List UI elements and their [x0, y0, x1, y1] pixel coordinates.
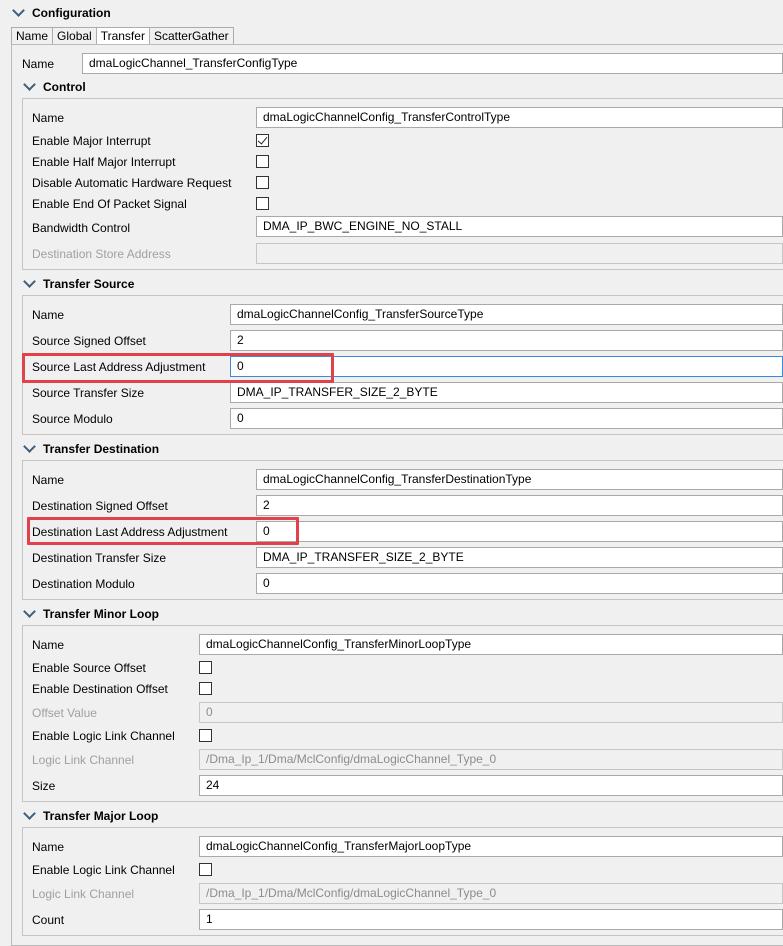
dest-store-label: Destination Store Address [32, 247, 171, 261]
control-title: Control [43, 80, 86, 94]
tab-scattergather[interactable]: ScatterGather [148, 27, 234, 45]
source-section-header[interactable]: Transfer Source [22, 274, 135, 292]
source-title: Transfer Source [43, 277, 135, 291]
chevron-down-icon[interactable] [23, 604, 36, 618]
count-label: Count [32, 913, 65, 927]
control-name-field[interactable]: dmaLogicChannelConfig_TransferControlTyp… [256, 107, 783, 128]
minor-link-channel-label: Logic Link Channel [32, 753, 135, 767]
major-link-channel-label: Logic Link Channel [32, 887, 135, 901]
minor-name-label: Name [32, 638, 65, 652]
minor-name-field[interactable]: dmaLogicChannelConfig_TransferMinorLoopT… [199, 634, 783, 655]
source-modulo-label: Source Modulo [32, 412, 113, 426]
disable-hw-request-label: Disable Automatic Hardware Request [32, 176, 232, 190]
dest-store-field [256, 243, 783, 264]
major-link-channel-field: /Dma_Ip_1/Dma/MclConfig/dmaLogicChannel_… [199, 883, 783, 904]
minor-link-enable-label: Enable Logic Link Channel [32, 729, 175, 743]
source-signed-offset-label: Source Signed Offset [32, 334, 146, 348]
src-offset-enable-checkbox[interactable] [199, 661, 212, 674]
destination-section-header[interactable]: Transfer Destination [22, 439, 160, 457]
source-modulo-field[interactable]: 0 [230, 408, 783, 429]
destination-title: Transfer Destination [43, 442, 160, 456]
control-section-header[interactable]: Control [22, 77, 86, 95]
bandwidth-field[interactable]: DMA_IP_BWC_ENGINE_NO_STALL [256, 216, 783, 237]
destination-transfer-size-label: Destination Transfer Size [32, 551, 167, 565]
tab-bar: Name Global Transfer ScatterGather [11, 27, 234, 45]
major-name-field[interactable]: dmaLogicChannelConfig_TransferMajorLoopT… [199, 836, 783, 857]
destination-modulo-label: Destination Modulo [32, 577, 135, 591]
tab-transfer[interactable]: Transfer [95, 27, 149, 45]
dst-offset-enable-label: Enable Destination Offset [32, 682, 168, 696]
destination-modulo-field[interactable]: 0 [256, 573, 783, 594]
chevron-down-icon[interactable] [23, 439, 36, 453]
destination-signed-offset-field[interactable]: 2 [256, 495, 783, 516]
minor-link-enable-checkbox[interactable] [199, 729, 212, 742]
destination-name-label: Name [32, 473, 65, 487]
chevron-down-icon[interactable] [12, 3, 25, 17]
destination-last-addr-highlight [27, 517, 299, 545]
minor-loop-title: Transfer Minor Loop [43, 607, 160, 621]
source-name-field[interactable]: dmaLogicChannelConfig_TransferSourceType [230, 304, 783, 325]
end-of-packet-label: Enable End Of Packet Signal [32, 197, 187, 211]
half-major-interrupt-checkbox[interactable] [256, 155, 269, 168]
size-field[interactable]: 24 [199, 775, 783, 796]
source-last-addr-highlight [22, 353, 334, 383]
disable-hw-request-checkbox[interactable] [256, 176, 269, 189]
size-label: Size [32, 779, 56, 793]
bandwidth-label: Bandwidth Control [32, 221, 131, 235]
minor-link-channel-field: /Dma_Ip_1/Dma/MclConfig/dmaLogicChannel_… [199, 749, 783, 770]
destination-signed-offset-label: Destination Signed Offset [32, 499, 168, 513]
control-name-label: Name [32, 111, 65, 125]
offset-value-field: 0 [199, 702, 783, 723]
minor-loop-section-header[interactable]: Transfer Minor Loop [22, 604, 160, 622]
main-name-field[interactable]: dmaLogicChannel_TransferConfigType [82, 53, 783, 74]
source-transfer-size-label: Source Transfer Size [32, 386, 145, 400]
chevron-down-icon[interactable] [23, 77, 36, 91]
src-offset-enable-label: Enable Source Offset [32, 661, 146, 675]
major-interrupt-label: Enable Major Interrupt [32, 134, 151, 148]
end-of-packet-checkbox[interactable] [256, 197, 269, 210]
dst-offset-enable-checkbox[interactable] [199, 682, 212, 695]
major-loop-section-header[interactable]: Transfer Major Loop [22, 806, 159, 824]
offset-value-label: Offset Value [32, 706, 97, 720]
major-link-enable-label: Enable Logic Link Channel [32, 863, 175, 877]
major-name-label: Name [32, 840, 65, 854]
main-name-label: Name [22, 57, 55, 71]
tab-global[interactable]: Global [52, 27, 96, 45]
destination-name-field[interactable]: dmaLogicChannelConfig_TransferDestinatio… [256, 469, 783, 490]
configuration-header[interactable]: Configuration [11, 3, 111, 22]
major-loop-title: Transfer Major Loop [43, 809, 159, 823]
source-signed-offset-field[interactable]: 2 [230, 330, 783, 351]
source-transfer-size-field[interactable]: DMA_IP_TRANSFER_SIZE_2_BYTE [230, 382, 783, 403]
chevron-down-icon[interactable] [23, 806, 36, 820]
chevron-down-icon[interactable] [23, 274, 36, 288]
half-major-interrupt-label: Enable Half Major Interrupt [32, 155, 176, 169]
source-name-label: Name [32, 308, 65, 322]
configuration-title: Configuration [32, 6, 111, 20]
destination-transfer-size-field[interactable]: DMA_IP_TRANSFER_SIZE_2_BYTE [256, 547, 783, 568]
count-field[interactable]: 1 [199, 909, 783, 930]
major-interrupt-checkbox[interactable] [256, 134, 269, 147]
tab-name[interactable]: Name [11, 27, 53, 45]
destination-last-addr-field[interactable]: 0 [256, 521, 783, 542]
major-link-enable-checkbox[interactable] [199, 863, 212, 876]
